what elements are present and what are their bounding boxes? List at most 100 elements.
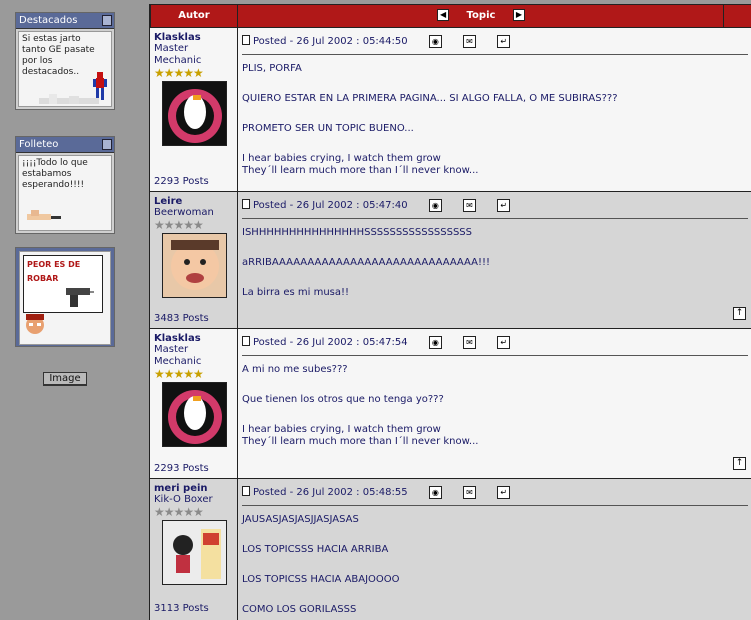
arrow-right-icon[interactable]: ▶: [512, 9, 525, 21]
pistol-icon: [66, 288, 94, 307]
message-line: aRRIBAAAAAAAAAAAAAAAAAAAAAAAAAAAAA!!!: [242, 257, 491, 268]
username-link[interactable]: Leire: [154, 196, 233, 207]
topic-header-label: Topic: [466, 10, 496, 21]
post-row: meri pein Kik-O Boxer ★★★★★ 3113 Posts P…: [150, 479, 751, 620]
profile-icon[interactable]: ◉: [428, 198, 442, 212]
reply-icon[interactable]: ↵: [497, 34, 511, 48]
post-header: Posted - 26 Jul 2002 : 05:47:40 ◉ ✉ ↵: [242, 197, 748, 215]
post-body-cell: Posted - 26 Jul 2002 : 05:47:54 ◉ ✉ ↵ A …: [238, 329, 751, 478]
rank-stars: ★★★★★: [154, 218, 204, 232]
avatar: [162, 233, 227, 298]
post-message: A mi no me subes??? Que tienen los otros…: [242, 364, 748, 448]
rank-stars: ★★★★★: [154, 505, 204, 519]
post-count: 2293 Posts: [154, 463, 209, 474]
divider: [242, 355, 748, 356]
post-count: 3483 Posts: [154, 313, 209, 324]
pixel-skyline-icon: [39, 94, 99, 104]
oca-logo-icon: [168, 390, 222, 444]
forum-topic-table: Autor ◀ Topic ▶ Klasklas Master Mechanic…: [149, 4, 751, 620]
profile-icon[interactable]: ◉: [428, 335, 442, 349]
post-author-cell: meri pein Kik-O Boxer ★★★★★ 3113 Posts: [150, 479, 238, 620]
robar-text: PEOR ES DE ROBAR: [27, 260, 81, 283]
widget-title: Destacados: [16, 13, 114, 29]
post-message: PLIS, PORFA QUIERO ESTAR EN LA PRIMERA P…: [242, 63, 748, 177]
divider: [242, 54, 748, 55]
message-line: ISHHHHHHHHHHHHHHHSSSSSSSSSSSSSSSSS: [242, 227, 472, 238]
username-link[interactable]: meri pein: [154, 483, 233, 494]
rank-stars: ★★★★★: [154, 367, 204, 381]
cartoon-face-icon: [26, 314, 44, 334]
posted-date: Posted - 26 Jul 2002 : 05:47:54: [253, 337, 408, 348]
robar-speech-bubble: PEOR ES DE ROBAR: [23, 255, 103, 313]
widget-folleteo: Folleteo ¡¡¡¡Todo lo que estabamos esper…: [15, 136, 115, 234]
user-title: Master Mechanic: [154, 344, 202, 367]
widget-destacados: Destacados Si estas jarto tanto GE pasat…: [15, 12, 115, 110]
document-icon: [242, 486, 250, 496]
post-body-cell: Posted - 26 Jul 2002 : 05:48:55 ◉ ✉ ↵ JA…: [238, 479, 751, 620]
widget-body: Si estas jarto tanto GE pasate por los d…: [18, 31, 112, 107]
posted-date: Posted - 26 Jul 2002 : 05:48:55: [253, 487, 408, 498]
message-line: LOS TOPICSSS HACIA ARRIBA: [242, 544, 389, 555]
rank-stars: ★★★★★: [154, 66, 204, 80]
widget-robar: PEOR ES DE ROBAR: [15, 247, 115, 347]
posted-date: Posted - 26 Jul 2002 : 05:44:50: [253, 36, 408, 47]
document-icon: [242, 336, 250, 346]
message-line: JAUSASJASJASJJASJASAS: [242, 514, 359, 525]
post-author-cell: Klasklas Master Mechanic ★★★★★: [150, 329, 238, 478]
post-header: Posted - 26 Jul 2002 : 05:44:50 ◉ ✉ ↵: [242, 33, 748, 51]
document-icon: [242, 199, 250, 209]
widget-body: PEOR ES DE ROBAR: [19, 251, 111, 345]
baby-photo-icon: [163, 234, 226, 297]
message-line: LOS TOPICSS HACIA ABAJOOOO: [242, 574, 400, 585]
widget-box-icon: [102, 15, 112, 26]
reply-icon[interactable]: ↵: [497, 335, 511, 349]
widget-title-text: Folleteo: [19, 139, 59, 150]
signature: I hear babies crying, I watch them grow …: [242, 153, 479, 176]
username-link[interactable]: Klasklas: [154, 333, 233, 344]
post-body-cell: Posted - 26 Jul 2002 : 05:47:40 ◉ ✉ ↵ IS…: [238, 192, 751, 328]
post-body-cell: Posted - 26 Jul 2002 : 05:44:50 ◉ ✉ ↵ PL…: [238, 28, 751, 191]
scroll-top-icon[interactable]: ↑: [733, 307, 746, 320]
post-author-cell: Leire Beerwoman ★★★★★: [150, 192, 238, 328]
widget-text: ¡¡¡¡Todo lo que estabamos esperando!!!!: [22, 158, 88, 190]
signature: La birra es mi musa!!: [242, 287, 350, 298]
email-icon[interactable]: ✉: [463, 34, 476, 48]
user-title: Master Mechanic: [154, 43, 202, 66]
reply-icon[interactable]: ↵: [497, 198, 511, 212]
oca-logo-icon: [168, 89, 222, 143]
avatar: [162, 382, 227, 447]
scroll-top-icon[interactable]: ↑: [733, 457, 746, 470]
table-header: Autor ◀ Topic ▶: [150, 4, 751, 28]
email-icon[interactable]: ✉: [463, 198, 476, 212]
avatar: [162, 81, 227, 146]
image-button[interactable]: Image: [43, 372, 87, 386]
post-header: Posted - 26 Jul 2002 : 05:47:54 ◉ ✉ ↵: [242, 334, 748, 352]
cartoon-avatar-icon: [163, 521, 226, 584]
message-line: A mi no me subes???: [242, 364, 348, 375]
message-line: QUIERO ESTAR EN LA PRIMERA PAGINA... SI …: [242, 93, 618, 104]
document-icon: [242, 35, 250, 45]
post-header: Posted - 26 Jul 2002 : 05:48:55 ◉ ✉ ↵: [242, 484, 748, 502]
signature: I hear babies crying, I watch them grow …: [242, 424, 479, 447]
widget-body: ¡¡¡¡Todo lo que estabamos esperando!!!!: [18, 155, 112, 231]
divider: [242, 218, 748, 219]
arrow-left-icon[interactable]: ◀: [437, 9, 450, 21]
email-icon[interactable]: ✉: [463, 335, 476, 349]
post-row: Leire Beerwoman ★★★★★ 3483 Posts Posted …: [150, 192, 751, 329]
post-count: 2293 Posts: [154, 176, 209, 187]
widget-box-icon: [102, 139, 112, 150]
email-icon[interactable]: ✉: [463, 485, 476, 499]
pixel-figure-icon: [27, 210, 61, 220]
posted-date: Posted - 26 Jul 2002 : 05:47:40: [253, 200, 408, 211]
profile-icon[interactable]: ◉: [428, 34, 442, 48]
profile-icon[interactable]: ◉: [428, 485, 442, 499]
widget-title-text: Destacados: [19, 15, 78, 26]
username-link[interactable]: Klasklas: [154, 32, 233, 43]
reply-icon[interactable]: ↵: [497, 485, 511, 499]
message-line: PLIS, PORFA: [242, 63, 302, 74]
message-line: PROMETO SER UN TOPIC BUENO...: [242, 123, 414, 134]
autor-header: Autor: [151, 5, 238, 27]
post-message: ISHHHHHHHHHHHHHHHSSSSSSSSSSSSSSSSS aRRIB…: [242, 227, 748, 299]
post-count: 3113 Posts: [154, 603, 209, 614]
post-row: Klasklas Master Mechanic ★★★★★ 2293 Post…: [150, 329, 751, 479]
